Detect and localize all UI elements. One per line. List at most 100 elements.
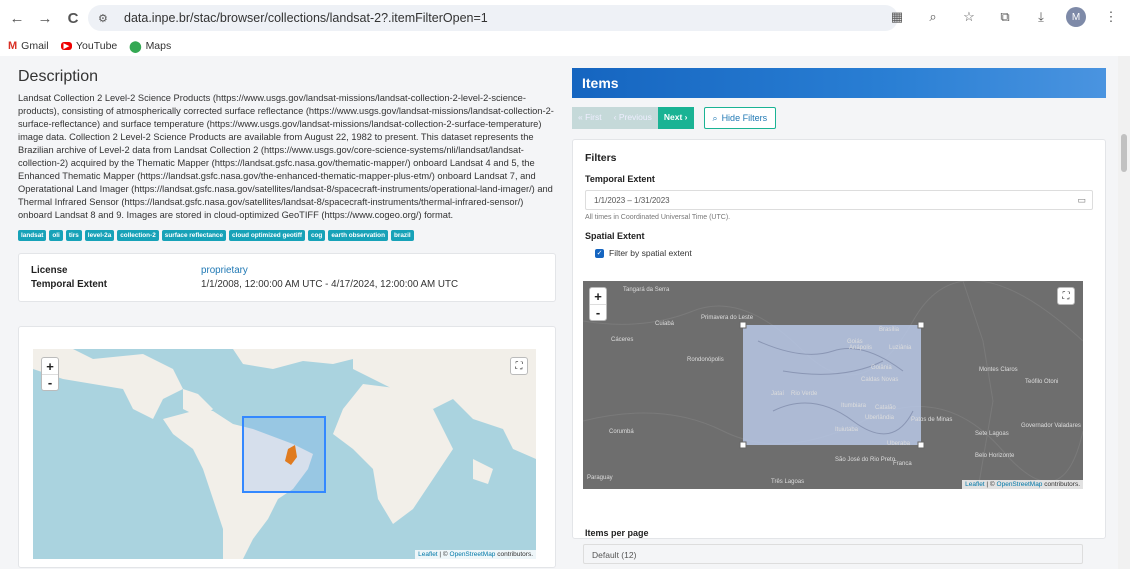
- filters-heading: Filters: [585, 152, 617, 164]
- keyword-tag[interactable]: cog: [307, 230, 326, 241]
- map-place-label: Patos de Minas: [911, 417, 953, 423]
- map-place-label: Cuiabá: [655, 321, 675, 327]
- overview-map[interactable]: + - ⛶ Leaflet | © OpenStreetMap contribu…: [33, 349, 536, 559]
- next-page-button[interactable]: Next ›: [657, 107, 694, 129]
- date-range-input[interactable]: 1/1/2023 – 1/31/2023 ▭: [585, 190, 1093, 210]
- keyword-tag[interactable]: oli: [49, 230, 63, 241]
- spatial-zoom-in-button[interactable]: +: [590, 288, 606, 304]
- bookmark-maps[interactable]: ⬤ Maps: [129, 40, 171, 53]
- map-place-label: Paraguay: [587, 475, 613, 481]
- filters-panel: Filters Temporal Extent 1/1/2023 – 1/31/…: [572, 139, 1106, 564]
- map-place-label: Ituiutaba: [835, 427, 859, 433]
- pagination: « First ‹ Previous Next › ⌕ Hide Filters: [572, 107, 1106, 129]
- search-icon: ⌕: [712, 112, 718, 123]
- keyword-tag[interactable]: landsat: [18, 230, 47, 241]
- spatial-zoom-out-button[interactable]: -: [590, 304, 606, 320]
- star-icon[interactable]: ☆: [958, 6, 980, 28]
- map-place-label: Goiânia: [871, 365, 892, 371]
- map-place-label: Brasília: [879, 327, 900, 333]
- keyword-tag[interactable]: brazil: [390, 230, 414, 241]
- map-place-label: São José do Rio Preto: [835, 457, 896, 463]
- items-header: Items: [572, 68, 1106, 98]
- address-bar[interactable]: ⚙ data.inpe.br/stac/browser/collections/…: [88, 5, 898, 31]
- translate-icon[interactable]: ▦: [886, 6, 908, 28]
- extensions-icon[interactable]: ⧉: [994, 6, 1016, 28]
- leaflet-link[interactable]: Leaflet: [418, 551, 438, 558]
- youtube-icon: ▶: [60, 42, 72, 50]
- metadata-card: License proprietary Temporal Extent 1/1/…: [18, 253, 556, 302]
- map-place-label: Catalão: [875, 405, 896, 411]
- map-place-label: Governador Valadares: [1021, 423, 1081, 429]
- map-place-label: Caldas Novas: [861, 377, 899, 383]
- collection-description-column: Description Landsat Collection 2 Level-2…: [18, 68, 556, 302]
- map-place-label: Três Lagoas: [771, 479, 805, 485]
- map-place-label: Sete Lagoas: [975, 431, 1009, 437]
- keyword-tag[interactable]: collection-2: [117, 230, 159, 241]
- scrollbar-thumb[interactable]: [1121, 134, 1127, 172]
- keyword-tag[interactable]: earth observation: [328, 230, 388, 241]
- temporal-extent-label: Temporal Extent: [31, 279, 108, 290]
- license-value[interactable]: proprietary: [201, 265, 543, 276]
- calendar-icon[interactable]: ▭: [1077, 195, 1086, 206]
- reload-icon[interactable]: C: [62, 7, 84, 29]
- keyword-tag[interactable]: cloud optimized geotiff: [229, 230, 305, 241]
- menu-icon[interactable]: ⋮: [1100, 6, 1122, 28]
- keyword-tag[interactable]: level-2a: [84, 230, 115, 241]
- map-place-label: Luziânia: [889, 345, 912, 351]
- previous-page-button[interactable]: ‹ Previous: [607, 107, 658, 129]
- items-per-page-select[interactable]: Default (12): [583, 544, 1083, 564]
- keyword-tags: landsat oli tirs level-2a collection-2 surfac…: [18, 230, 556, 241]
- map-place-label: Primavera do Leste: [701, 315, 754, 321]
- map-place-label: Rio Verde: [791, 391, 818, 397]
- spatial-leaflet-link[interactable]: Leaflet: [965, 481, 985, 488]
- map-place-label: Uberaba: [887, 441, 911, 447]
- spatial-zoom-control: + -: [589, 287, 607, 321]
- map-place-label: Uberlândia: [865, 415, 895, 421]
- gmail-icon: M: [8, 40, 18, 52]
- forward-icon[interactable]: →: [34, 7, 56, 29]
- map-place-label: Jataí: [771, 391, 785, 397]
- map-place-label: Montes Claros: [979, 367, 1018, 373]
- zoom-icon[interactable]: ⌕: [922, 6, 944, 28]
- page-content: Description Landsat Collection 2 Level-2…: [0, 56, 1130, 569]
- fullscreen-icon[interactable]: ⛶: [510, 357, 528, 375]
- map-place-label: Corumbá: [609, 429, 634, 435]
- zoom-in-button[interactable]: +: [42, 358, 58, 374]
- hide-filters-button[interactable]: ⌕ Hide Filters: [703, 107, 777, 129]
- map-place-label: Rondonópolis: [687, 357, 724, 363]
- zoom-out-button[interactable]: -: [42, 374, 58, 390]
- date-hint: All times in Coordinated Universal Time …: [585, 214, 731, 221]
- bookmark-gmail[interactable]: M Gmail: [8, 40, 49, 52]
- map-place-label: Teófilo Otoni: [1025, 379, 1059, 385]
- site-settings-icon[interactable]: ⚙: [98, 12, 116, 25]
- bookmark-youtube[interactable]: ▶ YouTube: [60, 40, 117, 52]
- url-text: data.inpe.br/stac/browser/collections/la…: [124, 11, 488, 25]
- avatar[interactable]: M: [1066, 7, 1086, 27]
- items-per-page-label: Items per page: [585, 528, 649, 538]
- osm-link[interactable]: OpenStreetMap: [450, 551, 496, 558]
- zoom-control: + -: [41, 357, 59, 391]
- map-place-label: Anápolis: [849, 345, 873, 351]
- map-place-label: Cáceres: [611, 337, 634, 343]
- back-icon[interactable]: ←: [6, 7, 28, 29]
- checkbox-checked-icon: ✓: [595, 248, 604, 258]
- map-attribution: Leaflet | © OpenStreetMap contributors.: [415, 550, 536, 559]
- keyword-tag[interactable]: surface reflectance: [161, 230, 227, 241]
- spatial-fullscreen-icon[interactable]: ⛶: [1057, 287, 1075, 305]
- spatial-filter-map[interactable]: Tangará da Serra Cuiabá Primavera do Leste…: [583, 281, 1083, 489]
- spatial-extent-filter-label: Spatial Extent: [585, 231, 645, 241]
- temporal-extent-value: 1/1/2008, 12:00:00 AM UTC - 4/17/2024, 1…: [201, 279, 459, 290]
- spatial-map-attribution: Leaflet | © OpenStreetMap contributors.: [962, 480, 1083, 489]
- first-page-button[interactable]: « First: [572, 107, 608, 129]
- map-place-label: Itumbiara: [841, 403, 867, 409]
- spatial-osm-link[interactable]: OpenStreetMap: [997, 481, 1043, 488]
- download-icon[interactable]: ⤓: [1030, 6, 1052, 28]
- overview-map-card: + - ⛶ Leaflet | © OpenStreetMap contribu…: [18, 326, 556, 568]
- map-place-label: Tangará da Serra: [623, 287, 670, 293]
- keyword-tag[interactable]: tirs: [65, 230, 82, 241]
- spatial-filter-checkbox[interactable]: ✓ Filter by spatial extent: [595, 248, 1093, 258]
- description-heading: Description: [18, 68, 99, 85]
- description-text: Landsat Collection 2 Level-2 Science Pro…: [18, 93, 554, 220]
- page-scrollbar[interactable]: [1118, 56, 1130, 569]
- map-place-label: Franca: [893, 461, 912, 467]
